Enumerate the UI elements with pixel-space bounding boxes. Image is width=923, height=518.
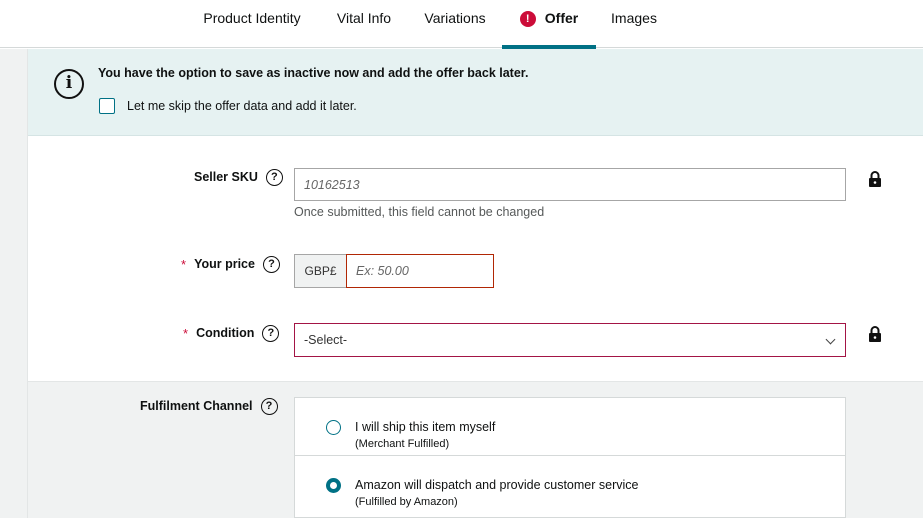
seller-sku-hint: Once submitted, this field cannot be cha…	[294, 205, 545, 219]
seller-sku-label-row: Seller SKU ?	[194, 167, 283, 187]
radio-button[interactable]	[326, 420, 341, 435]
fulfilment-option-amazon[interactable]: Amazon will dispatch and provide custome…	[295, 456, 845, 514]
skip-offer-checkbox-row[interactable]: Let me skip the offer data and add it la…	[99, 98, 357, 114]
fulfilment-option-merchant[interactable]: I will ship this item myself (Merchant F…	[295, 398, 845, 456]
lock-icon	[869, 326, 881, 342]
tab-offer[interactable]: ! Offer	[502, 0, 596, 49]
option-title: I will ship this item myself	[355, 420, 496, 434]
option-title: Amazon will dispatch and provide custome…	[355, 478, 639, 492]
price-input[interactable]	[346, 254, 494, 288]
info-banner: i You have the option to save as inactiv…	[28, 49, 923, 136]
tab-bar: Product Identity Vital Info Variations !…	[0, 0, 923, 49]
option-subtitle: (Merchant Fulfilled)	[355, 438, 450, 450]
seller-sku-label: Seller SKU	[194, 170, 258, 184]
tab-vital-info[interactable]: Vital Info	[330, 0, 398, 48]
seller-sku-input[interactable]	[294, 168, 846, 201]
help-icon[interactable]: ?	[260, 397, 278, 415]
required-marker: *	[183, 325, 189, 341]
fulfilment-label: Fulfilment Channel	[140, 399, 253, 413]
required-marker: *	[181, 256, 187, 272]
tab-label: Images	[611, 10, 657, 26]
skip-offer-label: Let me skip the offer data and add it la…	[127, 99, 357, 113]
radio-button-selected[interactable]	[326, 478, 341, 493]
fulfilment-label-row: Fulfilment Channel ?	[140, 396, 278, 416]
tab-variations[interactable]: Variations	[419, 0, 491, 48]
tab-label: Variations	[424, 10, 486, 26]
exclamation-circle-icon: !	[519, 11, 536, 27]
tab-images[interactable]: Images	[607, 0, 661, 48]
help-icon[interactable]: ?	[265, 168, 283, 186]
tab-label: Product Identity	[203, 10, 301, 26]
price-label-row: * Your price ?	[181, 254, 280, 274]
tab-product-identity[interactable]: Product Identity	[196, 0, 308, 48]
skip-offer-checkbox[interactable]	[99, 98, 115, 114]
help-icon[interactable]: ?	[262, 255, 280, 273]
tab-label: Vital Info	[336, 10, 392, 26]
help-icon[interactable]: ?	[262, 324, 280, 342]
fulfilment-options: I will ship this item myself (Merchant F…	[294, 397, 846, 518]
condition-label-row: * Condition ?	[183, 323, 280, 343]
condition-select[interactable]: -Select-	[294, 323, 846, 357]
lock-icon	[869, 171, 881, 187]
tab-label: Offer	[544, 10, 579, 26]
option-subtitle: (Fulfilled by Amazon)	[355, 496, 458, 508]
price-label: Your price	[194, 257, 255, 271]
banner-title: You have the option to save as inactive …	[98, 66, 529, 80]
condition-label: Condition	[196, 326, 255, 340]
info-icon: i	[54, 69, 84, 99]
chevron-down-icon	[825, 334, 836, 345]
currency-prefix: GBP£	[294, 254, 346, 288]
left-gutter	[0, 49, 28, 518]
condition-selected-value: -Select-	[304, 333, 348, 347]
